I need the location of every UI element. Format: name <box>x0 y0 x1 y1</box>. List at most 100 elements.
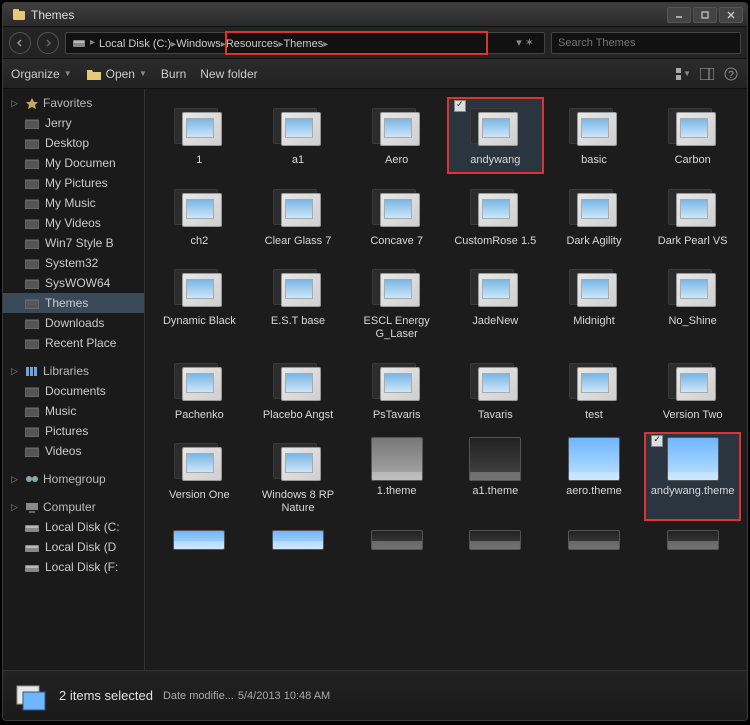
sidebar-item-libraries[interactable]: Videos <box>3 441 144 461</box>
sidebar-item-favorites[interactable]: Recent Place <box>3 333 144 353</box>
sidebar-item-favorites[interactable]: Jerry <box>3 113 144 133</box>
explorer-window: Themes ▸ Local Disk (C:)▸Windows▸Resourc… <box>2 2 748 721</box>
sidebar-item-favorites[interactable]: Desktop <box>3 133 144 153</box>
folder-item[interactable]: No_Shine <box>644 258 741 347</box>
folder-icon <box>567 183 621 231</box>
theme-file-item[interactable]: a1.theme <box>447 432 544 521</box>
favorites-group[interactable]: ▷Favorites <box>3 93 144 113</box>
theme-file-item[interactable] <box>348 525 445 561</box>
homegroup-group[interactable]: ▷Homegroup <box>3 469 144 489</box>
forward-button[interactable] <box>37 32 59 54</box>
folder-item[interactable]: E.S.T base <box>250 258 347 347</box>
breadcrumb-segment[interactable]: Local Disk (C:) <box>99 38 171 50</box>
item-label: a1 <box>292 154 304 167</box>
item-label: Concave 7 <box>370 235 423 248</box>
folder-item[interactable]: Aero <box>348 97 445 174</box>
folder-item[interactable]: Pachenko <box>151 352 248 429</box>
sidebar-item-favorites[interactable]: My Music <box>3 193 144 213</box>
sidebar-item-favorites[interactable]: My Videos <box>3 213 144 233</box>
new-folder-button[interactable]: New folder <box>200 67 257 81</box>
computer-group[interactable]: ▷Computer <box>3 497 144 517</box>
theme-file-item[interactable]: aero.theme <box>546 432 643 521</box>
folder-icon <box>25 218 39 229</box>
folder-item[interactable]: 1 <box>151 97 248 174</box>
sidebar-item-computer[interactable]: Local Disk (C: <box>3 517 144 537</box>
sidebar-item-label: SysWOW64 <box>45 276 110 290</box>
folder-item[interactable]: ESCL Energy G_Laser <box>348 258 445 347</box>
sidebar-item-favorites[interactable]: My Pictures <box>3 173 144 193</box>
file-list[interactable]: 1 a1 AeroandywangbasicCarbon ch2Clear Glass… <box>145 89 747 670</box>
sidebar-item-libraries[interactable]: Documents <box>3 381 144 401</box>
breadcrumb-segment[interactable]: Windows <box>176 38 221 50</box>
folder-item[interactable]: Version One <box>151 432 248 521</box>
sidebar-item-favorites[interactable]: System32 <box>3 253 144 273</box>
close-button[interactable] <box>719 7 743 23</box>
folder-item[interactable]: Concave 7 <box>348 178 445 255</box>
theme-file-item[interactable] <box>546 525 643 561</box>
preview-pane-button[interactable] <box>699 66 715 82</box>
theme-file-item[interactable] <box>250 525 347 561</box>
folder-item[interactable]: Carbon <box>644 97 741 174</box>
folder-item[interactable]: andywang <box>447 97 544 174</box>
folder-item[interactable]: Tavaris <box>447 352 544 429</box>
sidebar-item-favorites[interactable]: Downloads <box>3 313 144 333</box>
sidebar-item-label: Desktop <box>45 136 89 150</box>
theme-thumbnail <box>568 530 620 550</box>
view-options-button[interactable]: ▼ <box>675 66 691 82</box>
sidebar-item-label: Local Disk (D <box>45 540 116 554</box>
folder-item[interactable]: Dynamic Black <box>151 258 248 347</box>
item-label: E.S.T base <box>271 315 325 328</box>
sidebar-item-libraries[interactable]: Pictures <box>3 421 144 441</box>
theme-file-item[interactable]: andywang.theme <box>644 432 741 521</box>
sidebar-item-favorites[interactable]: Win7 Style B <box>3 233 144 253</box>
folder-icon <box>468 263 522 311</box>
theme-thumbnail <box>469 437 521 481</box>
sidebar-item-computer[interactable]: Local Disk (F: <box>3 557 144 577</box>
address-bar[interactable]: ▸ Local Disk (C:)▸Windows▸Resources▸Them… <box>65 32 545 54</box>
folder-item[interactable]: Midnight <box>546 258 643 347</box>
theme-file-item[interactable] <box>644 525 741 561</box>
theme-file-item[interactable] <box>447 525 544 561</box>
folder-item[interactable]: Dark Agility <box>546 178 643 255</box>
sidebar-item-favorites[interactable]: Themes <box>3 293 144 313</box>
maximize-button[interactable] <box>693 7 717 23</box>
back-button[interactable] <box>9 32 31 54</box>
sidebar-item-label: Documents <box>45 384 106 398</box>
drive-icon <box>25 562 39 573</box>
breadcrumb-segment[interactable]: Themes <box>283 38 323 50</box>
folder-item[interactable]: test <box>546 352 643 429</box>
sidebar-item-label: System32 <box>45 256 98 270</box>
folder-icon <box>172 183 226 231</box>
burn-button[interactable]: Burn <box>161 67 186 81</box>
sidebar-item-favorites[interactable]: SysWOW64 <box>3 273 144 293</box>
folder-item[interactable]: basic <box>546 97 643 174</box>
details-pane: 2 items selected Date modifie... 5/4/201… <box>3 670 747 720</box>
drive-icon <box>25 542 39 553</box>
folder-item[interactable]: PsTavaris <box>348 352 445 429</box>
search-input[interactable] <box>551 32 741 54</box>
refresh-dropdown[interactable]: ▾ ✶ <box>512 36 538 49</box>
minimize-button[interactable] <box>667 7 691 23</box>
folder-item[interactable]: Windows 8 RP Nature <box>250 432 347 521</box>
open-button[interactable]: Open▼ <box>86 67 147 81</box>
folder-item[interactable]: Placebo Angst <box>250 352 347 429</box>
theme-file-item[interactable]: 1.theme <box>348 432 445 521</box>
sidebar-item-computer[interactable]: Local Disk (D <box>3 537 144 557</box>
breadcrumb-segment[interactable]: Resources <box>226 38 279 50</box>
sidebar-item-libraries[interactable]: Music <box>3 401 144 421</box>
libraries-group[interactable]: ▷Libraries <box>3 361 144 381</box>
folder-item[interactable]: a1 <box>250 97 347 174</box>
help-button[interactable]: ? <box>723 66 739 82</box>
folder-icon <box>25 278 39 289</box>
folder-item[interactable]: ch2 <box>151 178 248 255</box>
folder-item[interactable]: Dark Pearl VS <box>644 178 741 255</box>
theme-file-item[interactable] <box>151 525 248 561</box>
sidebar-item-favorites[interactable]: My Documen <box>3 153 144 173</box>
folder-item[interactable]: CustomRose 1.5 <box>447 178 544 255</box>
folder-item[interactable]: Version Two <box>644 352 741 429</box>
folder-item[interactable]: Clear Glass 7 <box>250 178 347 255</box>
folder-item[interactable]: JadeNew <box>447 258 544 347</box>
navigation-pane[interactable]: ▷Favorites Jerry Desktop My DocumenMy Pict… <box>3 89 145 670</box>
organize-menu[interactable]: Organize▼ <box>11 67 72 81</box>
folder-icon <box>666 183 720 231</box>
